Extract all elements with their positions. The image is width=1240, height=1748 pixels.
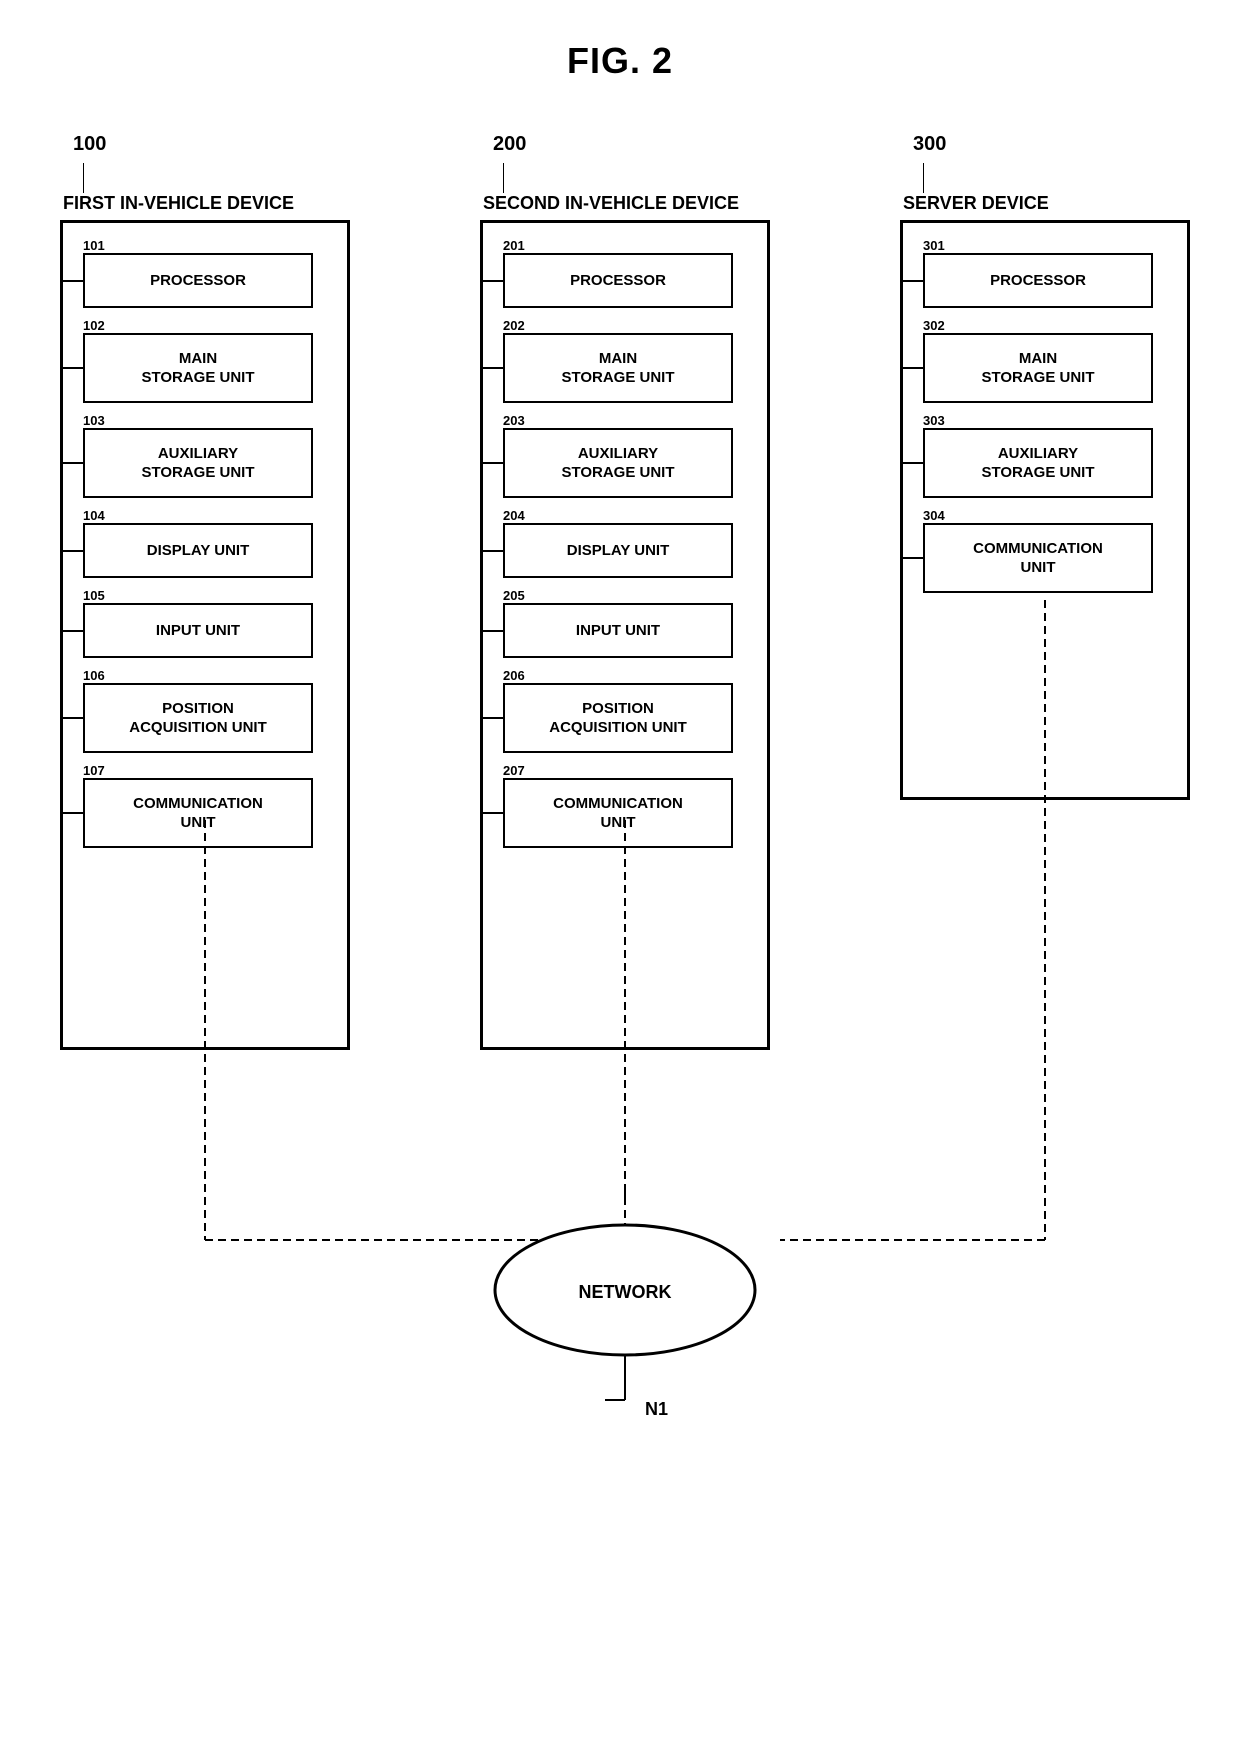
comp-101: PROCESSOR: [83, 253, 313, 308]
comp-207: COMMUNICATIONUNIT: [503, 778, 733, 848]
bracket-205: [483, 630, 505, 632]
device1-number: 100: [73, 133, 106, 156]
comp-302: MAINSTORAGE UNIT: [923, 333, 1153, 403]
bracket-302: [903, 367, 925, 369]
comp-301-label: PROCESSOR: [990, 271, 1086, 291]
comp-204: DISPLAY UNIT: [503, 523, 733, 578]
diagram-area: 100 FIRST IN-VEHICLE DEVICE 101 PROCESSO…: [30, 120, 1210, 1668]
comp-201: PROCESSOR: [503, 253, 733, 308]
bracket-303: [903, 462, 925, 464]
comp-201-label: PROCESSOR: [570, 271, 666, 291]
comp-103-label: AUXILIARYSTORAGE UNIT: [141, 444, 254, 483]
comp-202-label: MAINSTORAGE UNIT: [561, 349, 674, 388]
bracket-204: [483, 550, 505, 552]
bracket-203: [483, 462, 505, 464]
bracket-304: [903, 557, 925, 559]
comp-102: MAINSTORAGE UNIT: [83, 333, 313, 403]
comp-301: PROCESSOR: [923, 253, 1153, 308]
device1-number-line: [83, 163, 84, 193]
comp-207-label: COMMUNICATIONUNIT: [553, 794, 683, 833]
device3-number: 300: [913, 133, 946, 156]
comp-104-label: DISPLAY UNIT: [147, 541, 250, 561]
device2-label: SECOND IN-VEHICLE DEVICE: [483, 193, 739, 214]
device2-number: 200: [493, 133, 526, 156]
bracket-207: [483, 812, 505, 814]
comp-204-label: DISPLAY UNIT: [567, 541, 670, 561]
comp-202: MAINSTORAGE UNIT: [503, 333, 733, 403]
device1-container: 100 FIRST IN-VEHICLE DEVICE 101 PROCESSO…: [60, 220, 350, 1050]
device3-number-line: [923, 163, 924, 193]
comp-303-label: AUXILIARYSTORAGE UNIT: [981, 444, 1094, 483]
comp-304-label: COMMUNICATIONUNIT: [973, 539, 1103, 578]
bracket-301: [903, 280, 925, 282]
bracket-103: [63, 462, 85, 464]
svg-text:NETWORK: NETWORK: [579, 1282, 672, 1302]
bracket-201: [483, 280, 505, 282]
comp-105: INPUT UNIT: [83, 603, 313, 658]
device2-container: 200 SECOND IN-VEHICLE DEVICE 201 PROCESS…: [480, 220, 770, 1050]
device3-label: SERVER DEVICE: [903, 193, 1049, 214]
comp-203-label: AUXILIARYSTORAGE UNIT: [561, 444, 674, 483]
comp-303: AUXILIARYSTORAGE UNIT: [923, 428, 1153, 498]
comp-302-label: MAINSTORAGE UNIT: [981, 349, 1094, 388]
bracket-101: [63, 280, 85, 282]
comp-102-label: MAINSTORAGE UNIT: [141, 349, 254, 388]
bracket-105: [63, 630, 85, 632]
comp-203: AUXILIARYSTORAGE UNIT: [503, 428, 733, 498]
comp-101-label: PROCESSOR: [150, 271, 246, 291]
svg-text:N1: N1: [645, 1399, 668, 1419]
comp-206: POSITIONACQUISITION UNIT: [503, 683, 733, 753]
comp-103: AUXILIARYSTORAGE UNIT: [83, 428, 313, 498]
bracket-104: [63, 550, 85, 552]
comp-206-label: POSITIONACQUISITION UNIT: [549, 699, 687, 738]
device2-number-line: [503, 163, 504, 193]
comp-304: COMMUNICATIONUNIT: [923, 523, 1153, 593]
comp-107-label: COMMUNICATIONUNIT: [133, 794, 263, 833]
comp-107: COMMUNICATIONUNIT: [83, 778, 313, 848]
comp-104: DISPLAY UNIT: [83, 523, 313, 578]
bracket-202: [483, 367, 505, 369]
bracket-206: [483, 717, 505, 719]
comp-106: POSITIONACQUISITION UNIT: [83, 683, 313, 753]
device1-label: FIRST IN-VEHICLE DEVICE: [63, 193, 294, 214]
bracket-102: [63, 367, 85, 369]
comp-205-label: INPUT UNIT: [576, 621, 660, 641]
bracket-107: [63, 812, 85, 814]
comp-205: INPUT UNIT: [503, 603, 733, 658]
bracket-106: [63, 717, 85, 719]
page-title: FIG. 2: [0, 0, 1240, 82]
comp-106-label: POSITIONACQUISITION UNIT: [129, 699, 267, 738]
device3-container: 300 SERVER DEVICE 301 PROCESSOR 302 MAIN…: [900, 220, 1190, 800]
comp-105-label: INPUT UNIT: [156, 621, 240, 641]
